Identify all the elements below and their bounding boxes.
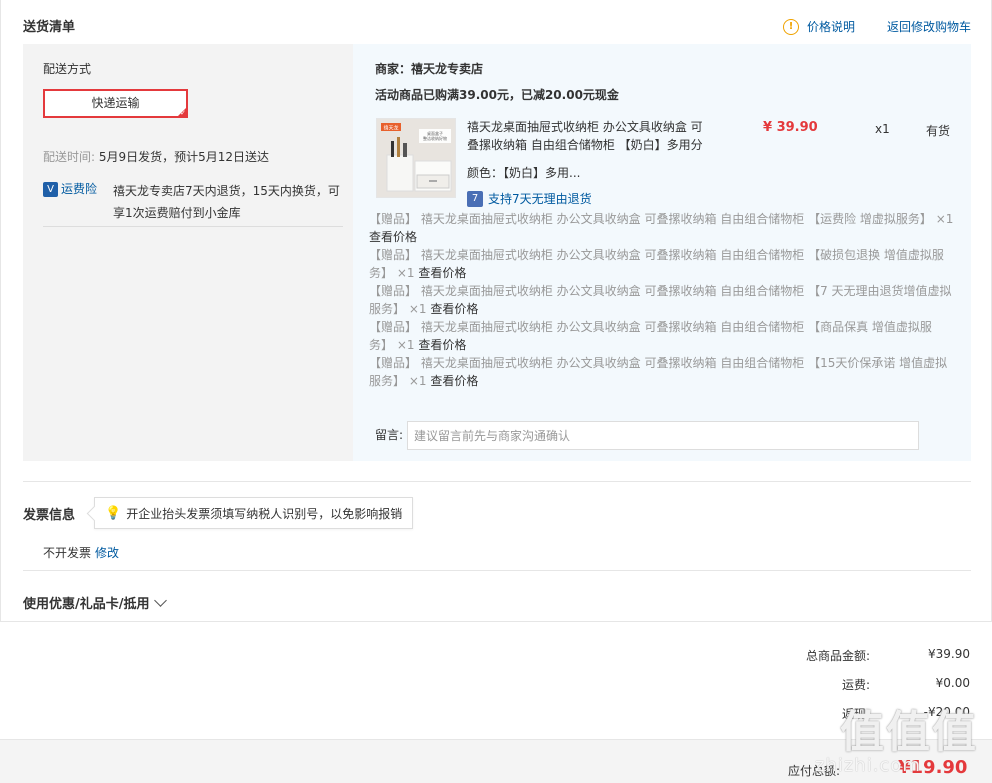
freight-insurance-link[interactable]: 运费险	[61, 180, 113, 224]
shopping-list-card: 送货清单 ! 价格说明 返回修改购物车 配送方式 快递运输 ✓ 配送时间: 5月…	[0, 0, 992, 622]
gift-item: 【赠品】 禧天龙桌面抽屉式收纳柜 办公文具收纳盒 可叠摞收纳箱 自由组合储物柜 …	[369, 210, 954, 246]
back-to-cart-link[interactable]: 返回修改购物车	[887, 18, 971, 35]
stock-status: 有货	[926, 124, 951, 138]
check-icon: ✓	[180, 109, 186, 117]
shipping-panel: 配送方式 快递运输 ✓ 配送时间: 5月9日发货，预计5月12日送达 V 运费险…	[23, 44, 353, 461]
promotion-text: 活动商品已购满39.00元，已减20.00元现金	[375, 88, 619, 102]
divider	[43, 226, 343, 227]
invoice-status-text: 不开发票	[43, 546, 92, 560]
watermark-logo: 值值值	[840, 707, 978, 758]
view-price-link[interactable]: 查看价格	[430, 302, 478, 316]
shield-icon: V	[43, 182, 58, 197]
gift-list: 【赠品】 禧天龙桌面抽屉式收纳柜 办公文具收纳盒 可叠摞收纳箱 自由组合储物柜 …	[369, 210, 954, 390]
message-input[interactable]	[407, 421, 919, 450]
coupon-title-label: 使用优惠/礼品卡/抵用	[23, 597, 150, 612]
express-shipping-button[interactable]: 快递运输 ✓	[43, 89, 188, 118]
delivery-time: 配送时间: 5月9日发货，预计5月12日送达	[43, 148, 269, 165]
divider	[23, 481, 971, 482]
invoice-status: 不开发票 修改	[43, 544, 119, 561]
product-color: 颜色：【奶白】多用...	[467, 166, 581, 180]
express-shipping-label: 快递运输	[91, 96, 140, 110]
freight-value: ¥0.00	[935, 676, 970, 690]
price-info-link[interactable]: ! 价格说明	[783, 18, 855, 35]
warning-icon: !	[783, 18, 799, 35]
goods-total-label: 总商品金额:	[805, 649, 870, 663]
delivery-time-value: 5月9日发货，预计5月12日送达	[98, 150, 270, 164]
summary-row-freight: 运费: ¥0.00	[750, 676, 970, 693]
divider	[23, 570, 971, 571]
gift-item: 【赠品】 禧天龙桌面抽屉式收纳柜 办公文具收纳盒 可叠摞收纳箱 自由组合储物柜 …	[369, 282, 954, 318]
goods-total-value: ¥39.90	[928, 647, 970, 661]
product-price: ¥ 39.90	[763, 120, 818, 135]
freight-insurance-row: V 运费险 禧天龙专卖店7天内退货，15天内换货，可享1次运费赔付到小金库	[43, 180, 343, 224]
message-label: 留言:	[375, 428, 404, 442]
price-info-label: 价格说明	[807, 20, 856, 34]
seven-day-return-icon: 7	[467, 190, 483, 207]
invoice-edit-link[interactable]: 修改	[95, 546, 119, 560]
brand-logo: 禧天龙	[383, 125, 398, 132]
gift-item: 【赠品】 禧天龙桌面抽屉式收纳柜 办公文具收纳盒 可叠摞收纳箱 自由组合储物柜 …	[369, 318, 954, 354]
invoice-title: 发票信息	[23, 508, 76, 523]
invoice-tip: 💡 开企业抬头发票须填写纳税人识别号，以免影响报销	[94, 497, 414, 529]
view-price-link[interactable]: 查看价格	[369, 230, 417, 244]
gift-item: 【赠品】 禧天龙桌面抽屉式收纳柜 办公文具收纳盒 可叠摞收纳箱 自由组合储物柜 …	[369, 246, 954, 282]
product-thumbnail[interactable]: 禧天龙 桌面盒子 整洁收纳好物	[376, 118, 456, 198]
return-policy[interactable]: 7 支持7天无理由退货	[467, 190, 592, 207]
summary-row-goods: 总商品金额: ¥39.90	[750, 647, 970, 664]
delivery-time-label: 配送时间:	[43, 150, 96, 164]
svg-text:整洁收纳好物: 整洁收纳好物	[423, 135, 447, 141]
gift-text: 【赠品】 禧天龙桌面抽屉式收纳柜 办公文具收纳盒 可叠摞收纳箱 自由组合储物柜 …	[369, 212, 954, 226]
return-policy-label: 支持7天无理由退货	[488, 192, 592, 206]
product-name-link[interactable]: 禧天龙桌面抽屉式收纳柜 办公文具收纳盒 可叠摞收纳箱 自由组合储物柜 【奶白】多…	[467, 118, 712, 154]
section-title: 送货清单	[23, 20, 76, 35]
product-quantity: x1	[875, 122, 890, 136]
chevron-down-icon	[153, 593, 167, 607]
view-price-link[interactable]: 查看价格	[418, 338, 466, 352]
freight-insurance-text: 禧天龙专卖店7天内退货，15天内换货，可享1次运费赔付到小金库	[113, 184, 340, 220]
order-items-panel: 商家：禧天龙专卖店 活动商品已购满39.00元，已减20.00元现金 禧天龙 桌…	[353, 44, 971, 461]
view-price-link[interactable]: 查看价格	[430, 374, 478, 388]
gift-item: 【赠品】 禧天龙桌面抽屉式收纳柜 办公文具收纳盒 可叠摞收纳箱 自由组合储物柜 …	[369, 354, 954, 390]
merchant-name: 商家：禧天龙专卖店	[375, 62, 484, 76]
invoice-tip-text: 开企业抬头发票须填写纳税人识别号，以免影响报销	[126, 506, 403, 521]
lightbulb-icon: 💡	[105, 505, 122, 521]
shipping-method-label: 配送方式	[43, 62, 92, 76]
view-price-link[interactable]: 查看价格	[418, 266, 466, 280]
watermark-url: zhizhi.com	[815, 755, 921, 776]
coupon-toggle[interactable]: 使用优惠/礼品卡/抵用	[23, 593, 167, 612]
freight-label: 运费:	[841, 678, 870, 692]
